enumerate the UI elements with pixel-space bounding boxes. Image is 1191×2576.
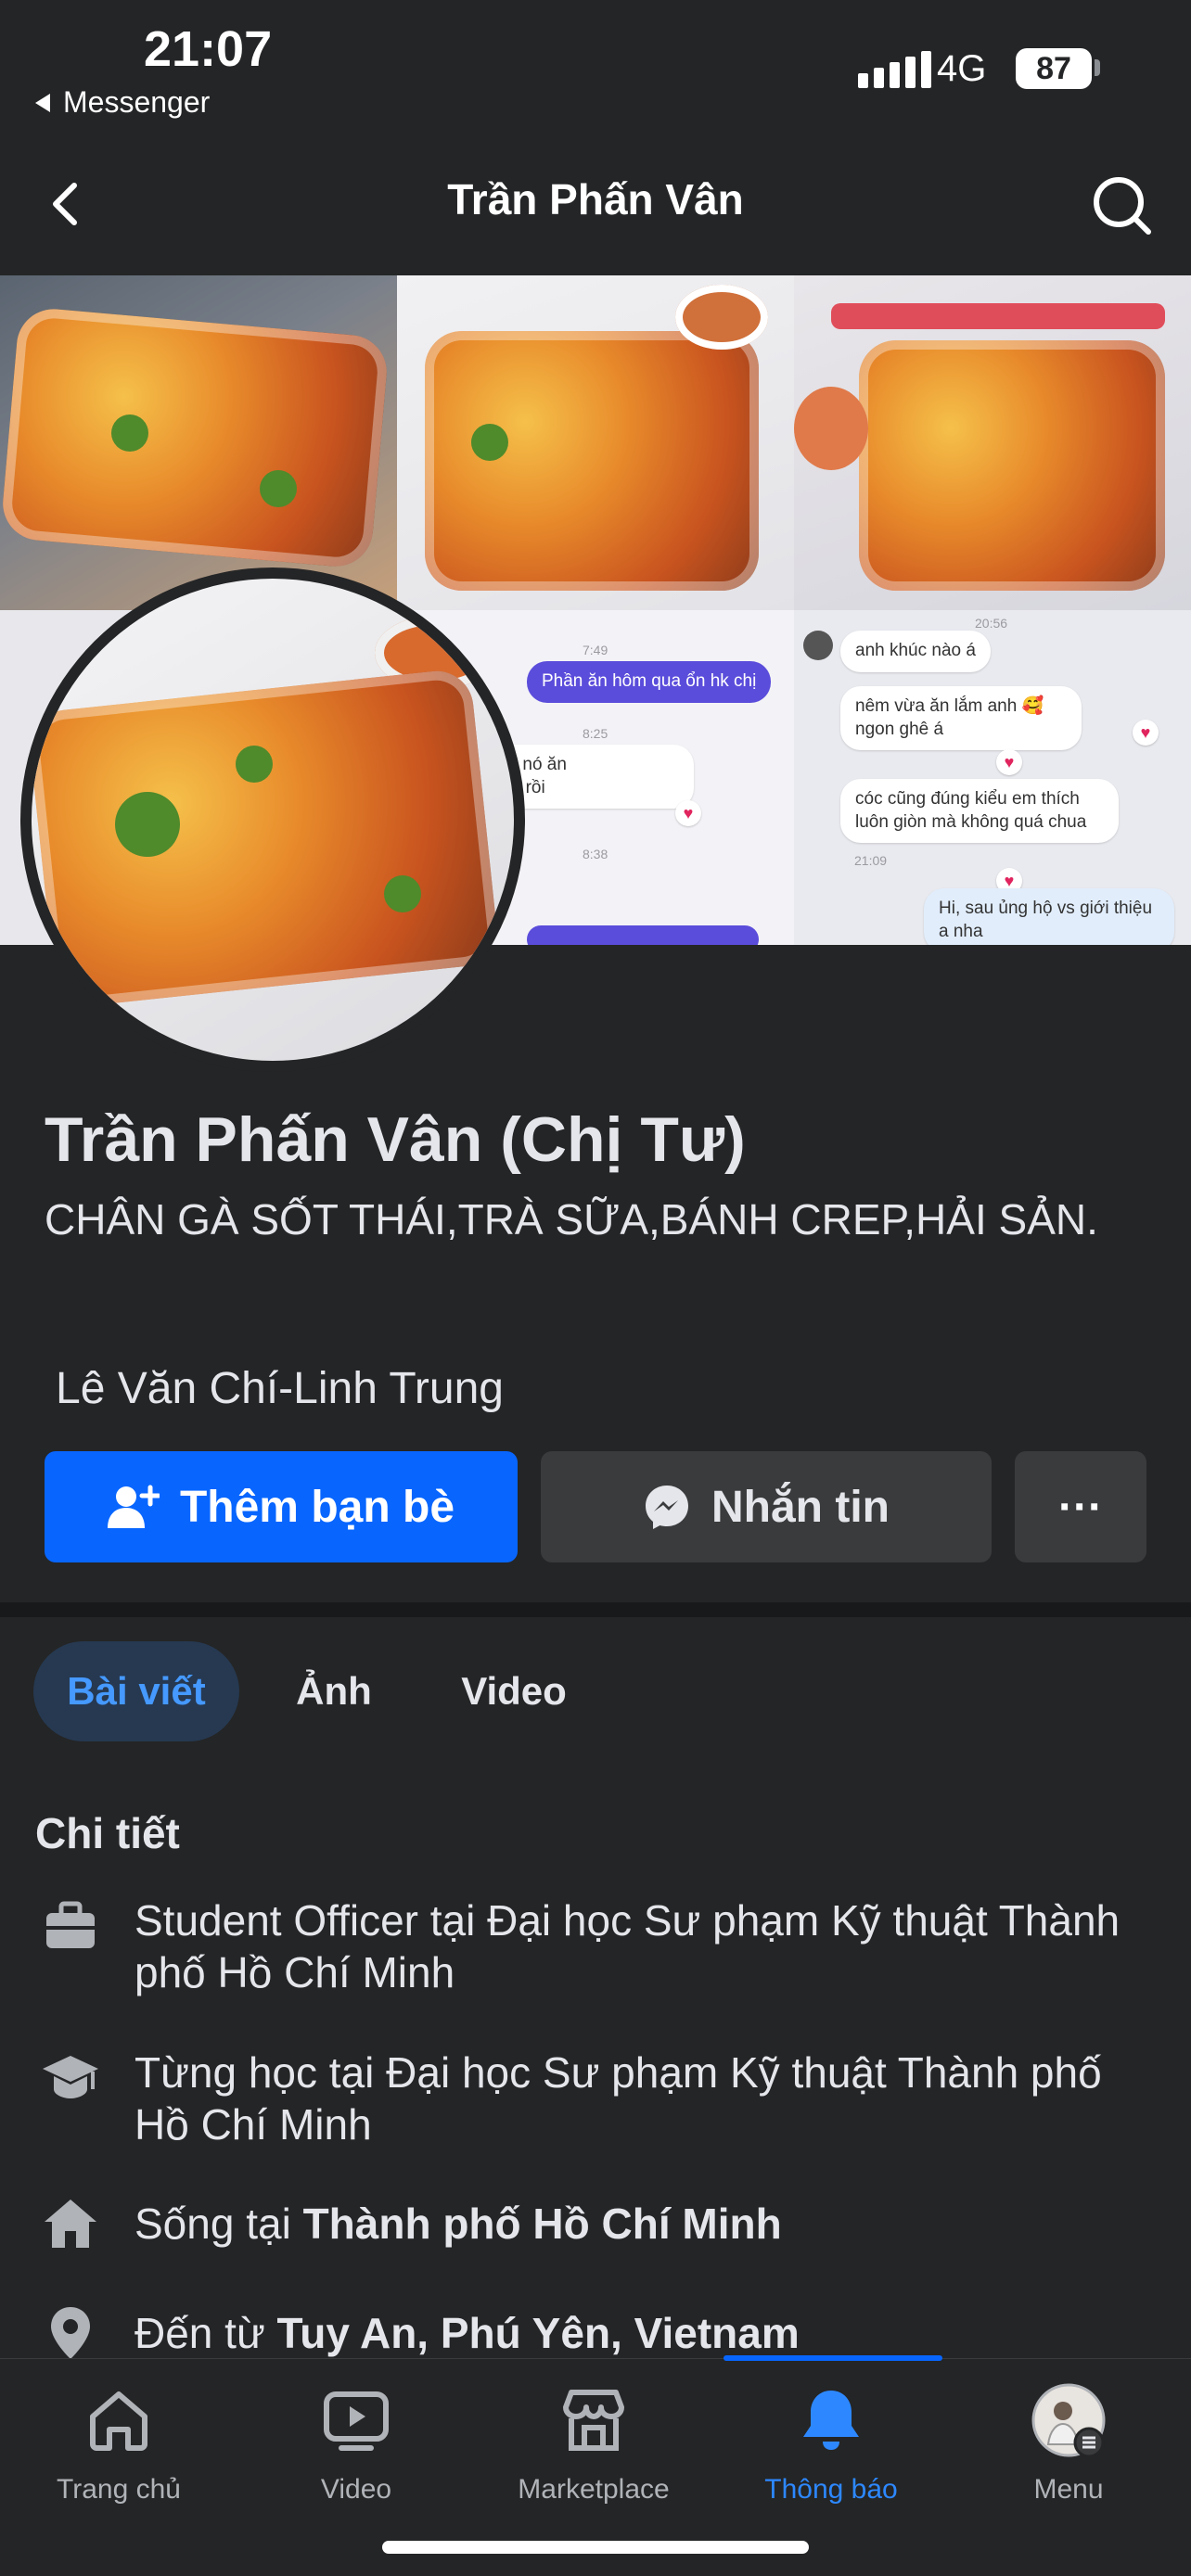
- nav-video-label: Video: [320, 2474, 392, 2505]
- detail-work-text: Student Officer tại Đại học Sư phạm Kỹ t…: [134, 1896, 1121, 1996]
- nav-menu-label: Menu: [1033, 2474, 1104, 2505]
- marketplace-icon: [563, 2390, 624, 2451]
- nav-marketplace-label: Marketplace: [518, 2474, 670, 2505]
- tab-photos[interactable]: Ảnh: [278, 1641, 390, 1741]
- message-label: Nhắn tin: [711, 1482, 890, 1532]
- mutual-friend[interactable]: Lê Văn Chí-Linh Trung: [56, 1363, 504, 1414]
- nav-notifications-label: Thông báo: [764, 2474, 898, 2505]
- network-type: 4G: [937, 48, 987, 89]
- messenger-icon: [646, 1486, 688, 1529]
- add-friend-icon: [107, 1485, 160, 1528]
- message-button[interactable]: Nhắn tin: [541, 1451, 992, 1562]
- page-title: Trần Phấn Vân: [447, 175, 744, 223]
- nav-menu[interactable]: Menu: [950, 2383, 1187, 2506]
- status-time: 21:07: [144, 21, 273, 77]
- back-app-label: Messenger: [63, 85, 211, 119]
- battery-level: 87: [1016, 48, 1092, 89]
- battery-cap: [1095, 59, 1100, 76]
- detail-lives-place[interactable]: Thành phố Hồ Chí Minh: [303, 2200, 782, 2248]
- nav-marketplace[interactable]: Marketplace: [475, 2383, 712, 2506]
- profile-picture[interactable]: [32, 579, 514, 1061]
- details-heading: Chi tiết: [35, 1809, 180, 1857]
- tab-posts[interactable]: Bài viết: [33, 1641, 239, 1741]
- detail-education-text: Từng học tại Đại học Sư phạm Kỹ thuật Th…: [134, 2048, 1102, 2149]
- back-to-messenger[interactable]: Messenger: [33, 85, 210, 120]
- detail-from-place[interactable]: Tuy An, Phú Yên, Vietnam: [277, 2309, 800, 2357]
- tab-videos[interactable]: Video: [440, 1641, 588, 1741]
- add-friend-button[interactable]: Thêm bạn bè: [45, 1451, 518, 1562]
- video-nav-icon: [324, 2391, 389, 2451]
- section-divider: [0, 1602, 1191, 1617]
- back-triangle-icon: [35, 93, 50, 112]
- nav-home[interactable]: Trang chủ: [0, 2383, 237, 2506]
- bell-icon: [803, 2391, 859, 2450]
- menu-avatar-icon: [1031, 2383, 1106, 2457]
- cover-tile-food-1: [0, 275, 397, 610]
- cover-tile-food-3: [794, 275, 1191, 610]
- home-icon: [45, 2200, 96, 2248]
- nav-notifications[interactable]: Thông báo: [712, 2383, 950, 2506]
- more-icon: ···: [1058, 1482, 1103, 1532]
- briefcase-icon: [46, 1901, 95, 1948]
- add-friend-label: Thêm bạn bè: [179, 1482, 455, 1532]
- nav-home-label: Trang chủ: [57, 2474, 181, 2505]
- cover-tile-chat-3: 20:56 anh khúc nào á nêm vừa ăn lắm anh …: [794, 610, 1191, 945]
- active-tab-indicator: [724, 2355, 942, 2361]
- home-indicator[interactable]: [382, 2541, 809, 2554]
- signal-icon: [858, 51, 931, 88]
- more-options-button[interactable]: ···: [1015, 1451, 1146, 1562]
- detail-from-text: Đến từ Tuy An, Phú Yên, Vietnam: [134, 2309, 800, 2357]
- profile-bio: CHÂN GÀ SỐT THÁI,TRÀ SỮA,BÁNH CREP,HẢI S…: [45, 1195, 1098, 1243]
- profile-name: Trần Phấn Vân (Chị Tư): [45, 1104, 746, 1175]
- location-pin-icon: [51, 2307, 90, 2359]
- nav-video[interactable]: Video: [237, 2383, 475, 2506]
- graduation-cap-icon: [43, 2056, 98, 2098]
- home-nav-icon: [90, 2391, 147, 2451]
- cover-tile-food-2: [397, 275, 794, 610]
- detail-lives-text: Sống tại Thành phố Hồ Chí Minh: [134, 2200, 782, 2248]
- search-icon[interactable]: [1085, 167, 1159, 241]
